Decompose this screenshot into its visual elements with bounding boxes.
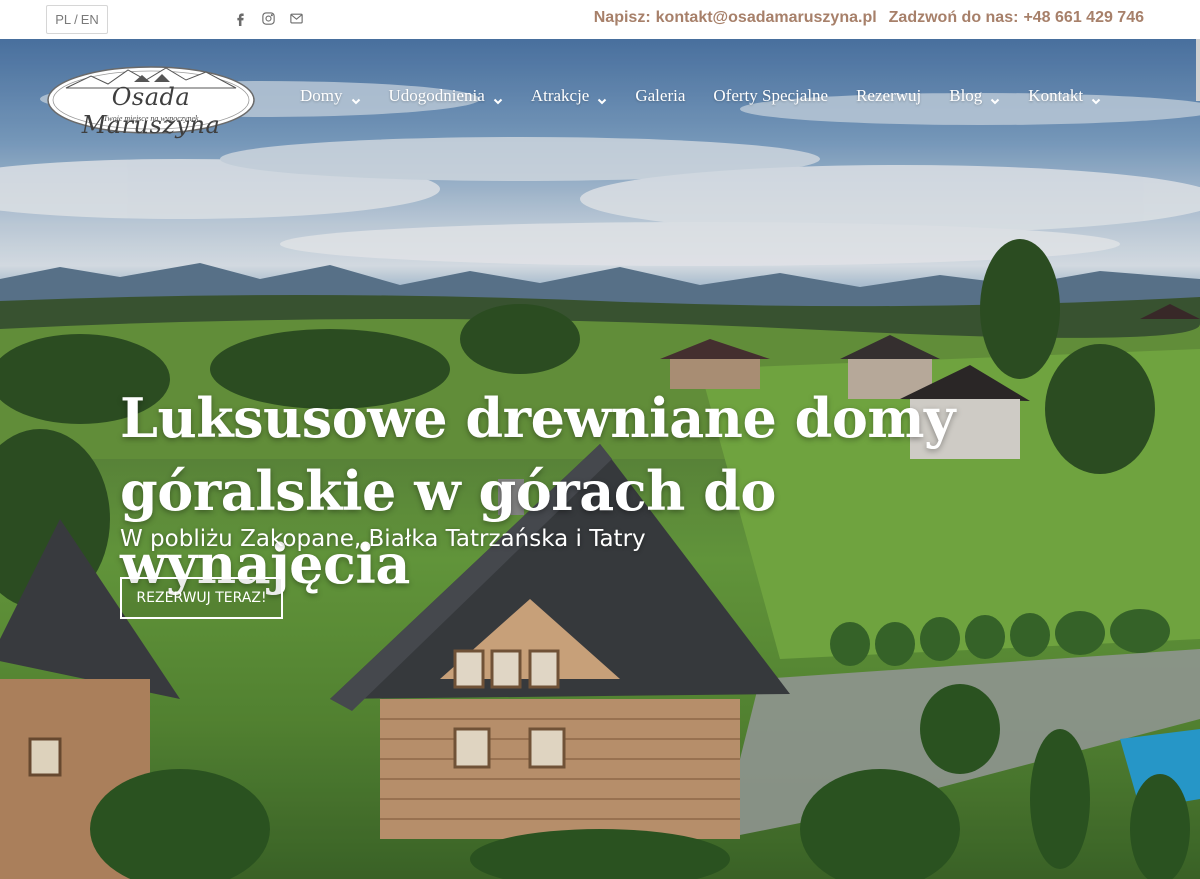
nav-label: Rezerwuj: [856, 86, 922, 105]
top-bar: PL / EN Napisz: kontakt@osadamaruszyna.p…: [0, 0, 1200, 39]
lang-separator: /: [74, 12, 78, 27]
phone-label: Zadzwoń do nas:: [888, 9, 1019, 26]
nav-label: Kontakt: [1028, 86, 1084, 105]
nav-item-kontakt[interactable]: Kontakt: [1028, 86, 1101, 106]
hero-subtitle: W pobliżu Zakopane, Białka Tatrzańska i …: [120, 526, 646, 552]
phone-contact: Zadzwoń do nas: +48 661 429 746: [889, 9, 1144, 27]
lang-pl[interactable]: PL: [55, 12, 71, 27]
nav-item-blog[interactable]: Blog: [949, 86, 1000, 106]
nav-label: Atrakcje: [530, 86, 590, 105]
chevron-down-icon: [351, 91, 361, 105]
nav-item-galeria[interactable]: Galeria: [635, 86, 685, 106]
logo-tagline: Twoje miejsce na wypoczynek: [103, 114, 199, 123]
facebook-icon[interactable]: [232, 9, 248, 27]
chevron-down-icon: [1091, 91, 1101, 105]
scrollbar[interactable]: [1196, 39, 1200, 101]
nav-item-domy[interactable]: Domy: [300, 86, 361, 106]
hero-title-line-1: Luksusowe drewniane domy: [120, 386, 955, 450]
contact-info: Napisz: kontakt@osadamaruszyna.pl Zadzwo…: [594, 9, 1144, 27]
nav-item-udogodnienia[interactable]: Udogodnienia: [389, 86, 503, 106]
nav-label: Blog: [949, 86, 983, 105]
chevron-down-icon: [990, 91, 1000, 105]
book-now-button[interactable]: REZERWUJ TERAZ!: [120, 577, 283, 619]
instagram-icon[interactable]: [260, 9, 276, 27]
nav-item-oferty-specjalne[interactable]: Oferty Specjalne: [713, 86, 828, 106]
nav-label: Udogodnienia: [388, 86, 485, 105]
nav-label: Oferty Specjalne: [713, 86, 829, 105]
logo-name: Osada Maruszyna: [81, 83, 221, 139]
logo[interactable]: Osada Maruszyna Twoje miejsce na wypoczy…: [46, 62, 256, 139]
chevron-down-icon: [493, 91, 503, 105]
hero-title: Luksusowe drewniane domy góralskie w gór…: [120, 382, 1020, 601]
nav-label: Galeria: [635, 86, 686, 105]
nav-label: Domy: [300, 86, 343, 105]
phone-link[interactable]: +48 661 429 746: [1023, 9, 1144, 27]
mail-icon[interactable]: [288, 9, 304, 27]
chevron-down-icon: [597, 91, 607, 105]
nav-item-rezerwuj[interactable]: Rezerwuj: [856, 86, 921, 106]
main-nav: Domy Udogodnienia Atrakcje Galeria Ofert…: [300, 86, 1101, 106]
nav-item-atrakcje[interactable]: Atrakcje: [531, 86, 608, 106]
email-contact: Napisz: kontakt@osadamaruszyna.pl: [594, 9, 877, 27]
email-label: Napisz:: [593, 9, 651, 26]
lang-en[interactable]: EN: [81, 12, 99, 27]
social-links: [232, 9, 304, 27]
language-switcher[interactable]: PL / EN: [46, 5, 108, 34]
email-link[interactable]: kontakt@osadamaruszyna.pl: [656, 9, 877, 27]
